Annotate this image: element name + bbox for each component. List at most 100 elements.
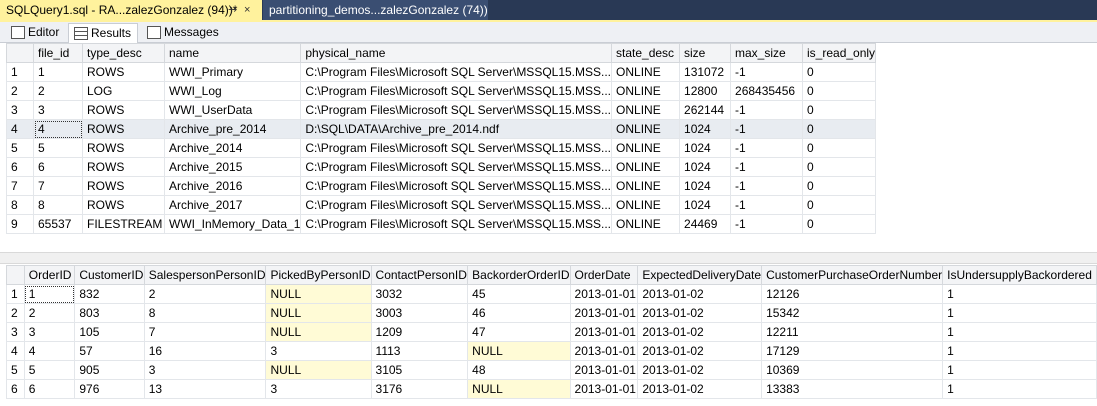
table-row[interactable]: 7 7 ROWS Archive_2016 C:\Program Files\M… [6,176,877,196]
pin-icon[interactable]: ⇸ [228,0,237,20]
row-number-header[interactable] [6,43,34,63]
grid-cell[interactable]: -1 [730,176,804,196]
grid-cell[interactable]: -1 [730,195,804,215]
grid-cell[interactable]: 3003 [370,303,469,323]
grid-cell[interactable]: 2 [143,284,267,304]
grid-cell[interactable]: ONLINE [611,157,681,177]
grid-cell[interactable]: NULL [265,303,372,323]
grid-cell[interactable]: NULL [265,284,372,304]
grid-cell[interactable]: ROWS [82,119,165,139]
table-row[interactable]: 5 5 ROWS Archive_2014 C:\Program Files\M… [6,138,877,158]
grid-cell[interactable]: 2013-01-02 [637,379,763,399]
grid-cell[interactable]: 2013-01-02 [637,303,763,323]
row-number[interactable]: 7 [6,176,34,196]
grid-cell[interactable]: 976 [74,379,145,399]
grid-cell[interactable]: 1024 [679,195,732,215]
grid-cell[interactable]: WWI_Log [163,81,302,101]
grid-cell[interactable]: 3 [265,379,372,399]
column-header[interactable]: state_desc [611,43,681,63]
grid-cell[interactable]: 0 [802,214,877,234]
grid-cell[interactable]: C:\Program Files\Microsoft SQL Server\MS… [300,81,613,101]
grid-cell[interactable]: 6 [23,379,76,399]
tab-editor[interactable]: Editor [6,23,64,41]
row-number[interactable]: 5 [6,360,25,380]
grid-cell[interactable]: C:\Program Files\Microsoft SQL Server\MS… [300,100,613,120]
grid-cell[interactable]: NULL [265,322,372,342]
grid-cell[interactable]: 10369 [761,360,944,380]
grid-cell[interactable]: 268435456 [730,81,804,101]
grid-cell[interactable]: 2 [23,303,76,323]
grid-cell[interactable]: 45 [467,284,571,304]
grid-cell[interactable]: 3 [33,100,83,120]
grid-cell[interactable]: NULL [467,341,571,361]
grid-cell[interactable]: 16 [143,341,267,361]
grid-cell[interactable]: Archive_2014 [163,138,302,158]
grid-cell[interactable]: 15342 [761,303,944,323]
grid-cell[interactable]: 65537 [33,214,83,234]
row-number[interactable]: 2 [6,303,25,323]
grid-cell[interactable]: 1 [942,341,1097,361]
grid-cell[interactable]: 4 [33,119,83,139]
grid-cell[interactable]: NULL [467,379,571,399]
grid-cell[interactable]: -1 [730,62,804,82]
grid-cell[interactable]: -1 [730,119,804,139]
column-header[interactable]: CustomerPurchaseOrderNumber [761,265,944,285]
grid-cell[interactable]: C:\Program Files\Microsoft SQL Server\MS… [300,195,613,215]
grid-cell[interactable]: WWI_Primary [163,62,302,82]
grid-cell[interactable]: 2013-01-01 [569,379,639,399]
grid-cell[interactable]: 2 [33,81,83,101]
row-number-header[interactable] [6,265,25,285]
grid-cell[interactable]: 1 [23,284,76,304]
row-number[interactable]: 1 [6,62,34,82]
grid-cell[interactable]: 3032 [370,284,469,304]
grid-cell[interactable]: 5 [33,138,83,158]
tab-messages[interactable]: Messages [142,23,220,41]
table-row[interactable]: 3 3 ROWS WWI_UserData C:\Program Files\M… [6,100,877,120]
close-icon[interactable]: × [244,0,250,20]
grid-cell[interactable]: 0 [802,81,877,101]
grid-cell[interactable]: 0 [802,157,877,177]
grid-cell[interactable]: 1 [942,284,1097,304]
grid-cell[interactable]: 0 [802,176,877,196]
grid-cell[interactable]: 5 [23,360,76,380]
grid-cell[interactable]: 0 [802,138,877,158]
grid-cell[interactable]: FILESTREAM [82,214,165,234]
column-header[interactable]: type_desc [82,43,165,63]
grid-cell[interactable]: 4 [23,341,76,361]
grid-cell[interactable]: 12126 [761,284,944,304]
grid-cell[interactable]: 2013-01-02 [637,341,763,361]
grid-cell[interactable]: 2013-01-01 [569,360,639,380]
grid-cell[interactable]: 131072 [679,62,732,82]
grid-cell[interactable]: 1 [942,303,1097,323]
grid-cell[interactable]: ONLINE [611,119,681,139]
grid-cell[interactable]: C:\Program Files\Microsoft SQL Server\MS… [300,157,613,177]
results-splitter[interactable] [0,252,1097,264]
grid-cell[interactable]: 3105 [370,360,469,380]
grid-cell[interactable]: 3 [265,341,372,361]
grid-cell[interactable]: 24469 [679,214,732,234]
table-row[interactable]: 9 65537 FILESTREAM WWI_InMemory_Data_1 C… [6,214,877,234]
grid-cell[interactable]: Archive_2016 [163,176,302,196]
grid-cell[interactable]: 0 [802,100,877,120]
grid-cell[interactable]: 57 [74,341,145,361]
grid-cell[interactable]: 13 [143,379,267,399]
grid-cell[interactable]: ONLINE [611,81,681,101]
grid-cell[interactable]: C:\Program Files\Microsoft SQL Server\MS… [300,176,613,196]
table-row[interactable]: 4 4 57 16 3 1113 NULL 2013-01-01 2013-01… [6,341,1097,361]
row-number[interactable]: 1 [6,284,25,304]
grid-cell[interactable]: 1024 [679,176,732,196]
table-row[interactable]: 6 6 976 13 3 3176 NULL 2013-01-01 2013-0… [6,379,1097,399]
grid-cell[interactable]: 1 [942,360,1097,380]
grid-cell[interactable]: WWI_InMemory_Data_1 [163,214,302,234]
grid-cell[interactable]: C:\Program Files\Microsoft SQL Server\MS… [300,138,613,158]
grid-cell[interactable]: 2013-01-02 [637,284,763,304]
grid-cell[interactable]: ROWS [82,100,165,120]
grid-cell[interactable]: 3176 [370,379,469,399]
tab-results[interactable]: Results [68,23,138,43]
grid-cell[interactable]: ONLINE [611,62,681,82]
column-header[interactable]: ExpectedDeliveryDate [637,265,763,285]
grid-cell[interactable]: ROWS [82,176,165,196]
grid-cell[interactable]: 1 [942,322,1097,342]
grid-cell[interactable]: -1 [730,100,804,120]
row-number[interactable]: 6 [6,157,34,177]
